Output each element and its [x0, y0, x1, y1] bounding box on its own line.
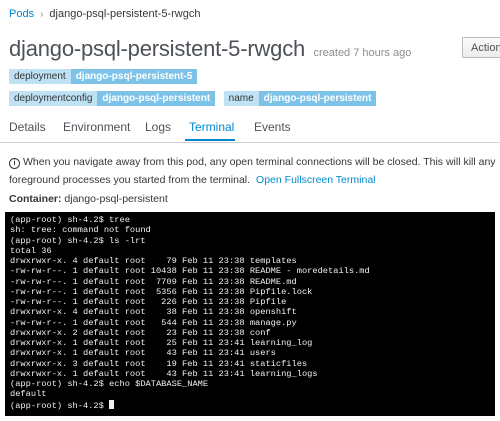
label-deploymentconfig[interactable]: deploymentconfig django-psql-persistent	[9, 91, 216, 106]
terminal-cursor	[109, 399, 115, 409]
terminal-line: -rw-rw-r--. 1 default root 10438 Feb 11 …	[10, 266, 370, 277]
terminal-line: -rw-rw-r--. 1 default root 226 Feb 11 23…	[10, 297, 287, 307]
actions-button[interactable]: Actions	[462, 37, 500, 58]
pod-labels: deployment django-psql-persistent-5 deplo…	[9, 66, 389, 110]
tab-events[interactable]: Events	[254, 120, 291, 134]
label-value: django-psql-persistent-5	[70, 69, 198, 84]
breadcrumb-separator: ›	[40, 9, 44, 20]
breadcrumb-pods-link[interactable]: Pods	[9, 8, 34, 20]
terminal-line: (app-root) sh-4.2$ echo $DATABASE_NAME	[10, 379, 209, 389]
terminal-notice: i When you navigate away from this pod, a…	[9, 153, 497, 189]
container-label: Container:	[9, 193, 62, 205]
terminal-line: -rw-rw-r--. 1 default root 5356 Feb 11 2…	[10, 286, 313, 297]
tab-terminal[interactable]: Terminal	[189, 120, 234, 134]
terminal-line: drwxrwxr-x. 1 default root 25 Feb 11 23:…	[10, 338, 313, 348]
terminal-line: (app-root) sh-4.2$	[10, 399, 490, 411]
terminal-line: total 36	[10, 245, 52, 256]
terminal-line: -rw-rw-r--. 1 default root 7709 Feb 11 2…	[10, 276, 297, 287]
tab-environment[interactable]: Environment	[63, 120, 130, 134]
active-tab-indicator	[185, 139, 235, 141]
terminal-window[interactable]: (app-root) sh-4.2$ tree sh: tree: command…	[5, 212, 495, 416]
label-deployment[interactable]: deployment django-psql-persistent-5	[9, 69, 198, 84]
terminal-line: drwxrwxr-x. 1 default root 43 Feb 11 23:…	[10, 348, 276, 359]
label-key: deployment	[9, 69, 71, 84]
label-key: deploymentconfig	[9, 91, 98, 106]
breadcrumb-current: django-psql-persistent-5-rwgch	[49, 8, 201, 20]
terminal-line: drwxrwxr-x. 1 default root 43 Feb 11 23:…	[10, 368, 318, 379]
open-fullscreen-terminal-link[interactable]: Open Fullscreen Terminal	[256, 174, 375, 186]
terminal-line: drwxrwxr-x. 2 default root 23 Feb 11 23:…	[10, 327, 271, 338]
notice-text: When you navigate away from this pod, an…	[9, 156, 496, 186]
label-value: django-psql-persistent	[258, 91, 377, 106]
terminal-line: sh: tree: command not found	[10, 225, 151, 236]
page-header: django-psql-persistent-5-rwgch created 7…	[9, 36, 411, 62]
label-name[interactable]: name django-psql-persistent	[223, 91, 377, 106]
terminal-line: drwxrwxr-x. 3 default root 19 Feb 11 23:…	[10, 358, 308, 369]
label-value: django-psql-persistent	[97, 91, 216, 106]
breadcrumb: Pods › django-psql-persistent-5-rwgch	[9, 8, 200, 20]
terminal-line: -rw-rw-r--. 1 default root 544 Feb 11 23…	[10, 317, 297, 328]
info-icon: i	[9, 158, 20, 169]
tab-logs[interactable]: Logs	[145, 120, 171, 134]
terminal-line: default	[10, 389, 47, 400]
container-select[interactable]: django-psql-persistent	[64, 193, 167, 205]
terminal-line: drwxrwxr-x. 4 default root 38 Feb 11 23:…	[10, 307, 297, 318]
label-key: name	[223, 91, 259, 106]
tab-details[interactable]: Details	[9, 120, 46, 134]
tab-bar: Details Environment Logs Terminal Events	[0, 110, 500, 143]
terminal-line: (app-root) sh-4.2$ tree	[10, 215, 130, 225]
terminal-line: (app-root) sh-4.2$ ls -lrt	[10, 235, 146, 246]
container-info: Container: django-psql-persistent	[9, 193, 168, 205]
created-timestamp: created 7 hours ago	[313, 47, 412, 59]
terminal-line: drwxrwxr-x. 4 default root 79 Feb 11 23:…	[10, 256, 297, 266]
page-title: django-psql-persistent-5-rwgch	[9, 36, 306, 61]
